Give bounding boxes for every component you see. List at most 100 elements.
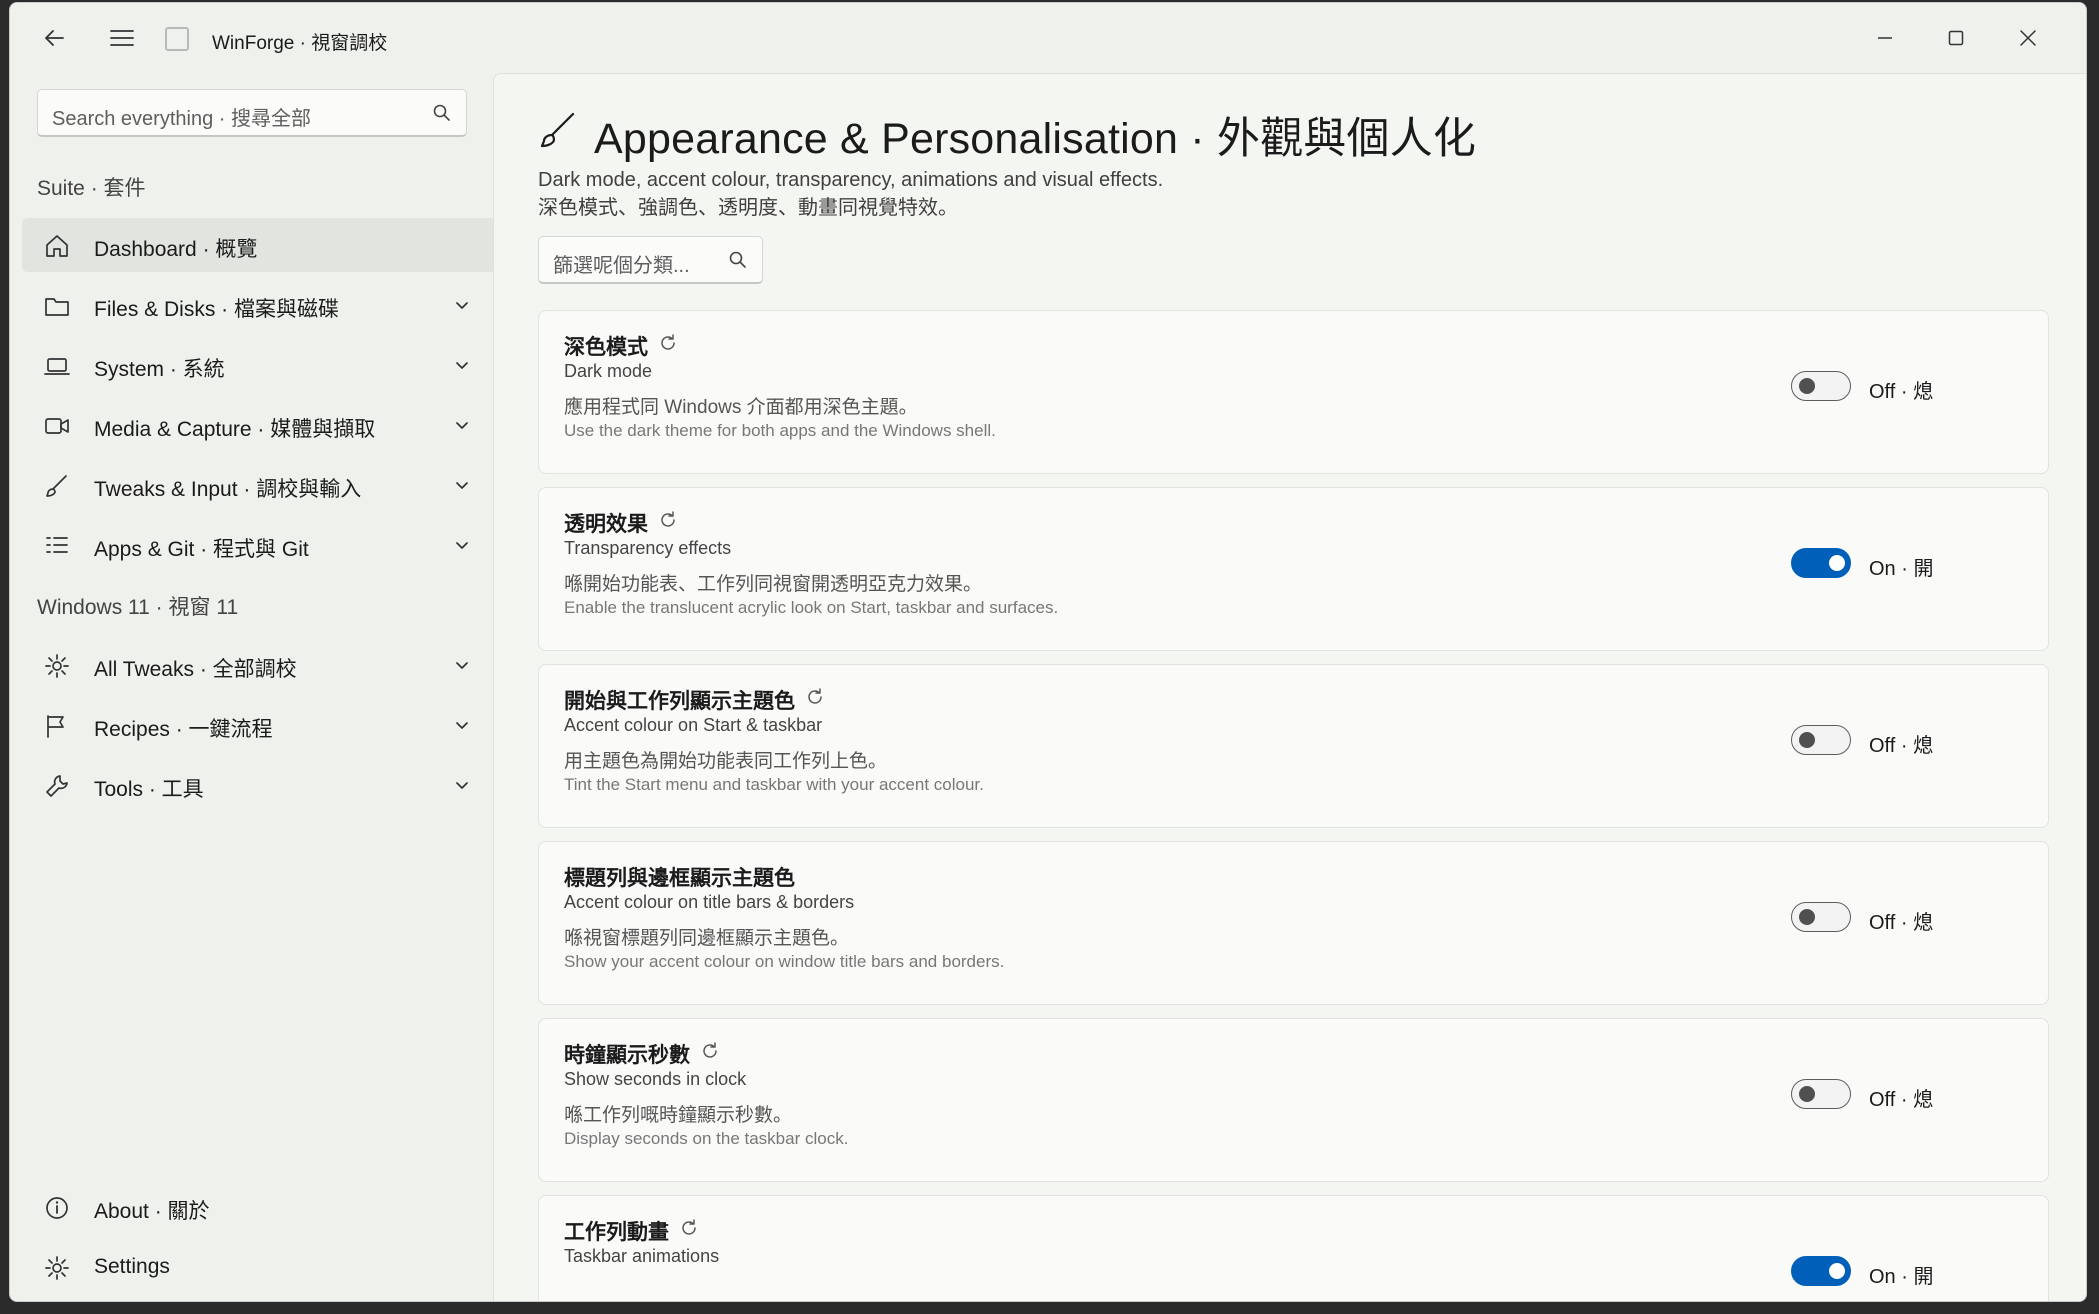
- toggle-knob: [1799, 1086, 1815, 1102]
- sidebar-item-system[interactable]: System · 系統: [22, 338, 496, 392]
- sidebar-item-label: Tools · 工具: [94, 778, 204, 801]
- sidebar-item-label: Settings: [94, 1255, 170, 1278]
- setting-title: 標題列與邊框顯示主題色: [564, 867, 795, 890]
- toggle-state-label: Off · 熄: [1869, 381, 1934, 403]
- taskbar-animations-toggle[interactable]: [1791, 1256, 1851, 1286]
- sidebar-item-recipes[interactable]: Recipes · 一鍵流程: [22, 698, 496, 752]
- back-button[interactable]: [24, 8, 84, 68]
- chevron-down-icon: [456, 422, 468, 429]
- toggle-knob: [1799, 378, 1815, 394]
- brush-icon: [540, 112, 575, 148]
- toggle-knob: [1829, 555, 1845, 571]
- section-suite: Suite · 套件: [37, 177, 146, 200]
- setting-subtitle: Accent colour on title bars & borders: [564, 892, 855, 912]
- setting-description-en: Use the dark theme for both apps and the…: [564, 421, 996, 440]
- setting-subtitle: Dark mode: [564, 361, 653, 381]
- chevron-down-icon: [456, 662, 468, 669]
- sidebar-item-label: System · 系統: [94, 358, 225, 381]
- filter-input[interactable]: 篩選呢個分類...: [538, 236, 763, 284]
- transparency-toggle[interactable]: [1791, 548, 1851, 578]
- setting-card-taskbar-animations: 工作列動畫 Taskbar animations On · 開: [538, 1195, 2049, 1301]
- close-button[interactable]: [1993, 8, 2063, 68]
- toggle-state-label: On · 開: [1869, 1266, 1934, 1288]
- gear-icon: [45, 1256, 69, 1280]
- chevron-down-icon: [456, 302, 468, 309]
- sidebar-search-input[interactable]: Search everything · 搜尋全部: [37, 89, 467, 137]
- sidebar-item-label: Files & Disks · 檔案與磁碟: [94, 298, 340, 321]
- sidebar-item-dashboard[interactable]: Dashboard · 概覽: [22, 218, 496, 272]
- app-window: WinForge · 視窗調校 Search everything · 搜尋全部…: [9, 2, 2087, 1302]
- setting-subtitle: Accent colour on Start & taskbar: [564, 715, 823, 735]
- sidebar-item-tools[interactable]: Tools · 工具: [22, 758, 496, 812]
- sidebar-item-apps-git[interactable]: Apps & Git · 程式與 Git: [22, 518, 496, 572]
- filter-placeholder: 篩選呢個分類...: [553, 255, 690, 277]
- sidebar-item-all-tweaks[interactable]: All Tweaks · 全部調校: [22, 638, 496, 692]
- chevron-down-icon: [456, 482, 468, 489]
- maximize-button[interactable]: [1921, 8, 1991, 68]
- page-description-en: Dark mode, accent colour, transparency, …: [538, 169, 1164, 191]
- reset-icon[interactable]: [805, 687, 825, 713]
- setting-description-zh: 喺開始功能表、工作列同視窗開透明亞克力效果。: [564, 574, 983, 595]
- page-description-zh: 深色模式、強調色、透明度、動畫同視覺特效。: [538, 197, 958, 219]
- info-icon: [46, 1197, 68, 1219]
- reset-icon[interactable]: [700, 1041, 720, 1067]
- page-title: Appearance & Personalisation · 外觀與個人化: [594, 115, 1477, 163]
- setting-card-accent-title-bars: 標題列與邊框顯示主題色 Accent colour on title bars …: [538, 841, 2049, 1005]
- sidebar-item-label: Dashboard · 概覽: [94, 238, 258, 261]
- back-arrow-icon: [45, 30, 64, 46]
- reset-icon[interactable]: [679, 1218, 699, 1244]
- setting-card-dark-mode: 深色模式 Dark mode 應用程式同 Windows 介面都用深色主題。 U…: [538, 310, 2049, 474]
- home-icon: [46, 235, 68, 257]
- maximize-icon: [1948, 30, 1964, 46]
- toggle-state-label: On · 開: [1869, 558, 1934, 580]
- sidebar-item-label: Recipes · 一鍵流程: [94, 718, 273, 741]
- sidebar-item-label: Apps & Git · 程式與 Git: [94, 538, 309, 561]
- toggle-state-label: Off · 熄: [1869, 912, 1934, 934]
- setting-title: 透明效果: [564, 513, 648, 536]
- wrench-icon: [46, 775, 68, 797]
- search-icon: [433, 104, 450, 121]
- reset-icon[interactable]: [658, 510, 678, 536]
- setting-title: 工作列動畫: [564, 1221, 669, 1244]
- sidebar-item-media-capture[interactable]: Media & Capture · 媒體與擷取: [22, 398, 496, 452]
- menu-button[interactable]: [92, 8, 152, 68]
- sidebar-item-tweaks-input[interactable]: Tweaks & Input · 調校與輸入: [22, 458, 496, 512]
- chevron-down-icon: [456, 722, 468, 729]
- gear-icon: [45, 654, 69, 678]
- search-icon: [729, 251, 746, 268]
- setting-subtitle: Transparency effects: [564, 538, 732, 558]
- accent-title-bars-toggle[interactable]: [1791, 902, 1851, 932]
- laptop-icon: [44, 358, 70, 375]
- main-content: Appearance & Personalisation · 外觀與個人化 Da…: [493, 73, 2086, 1301]
- reset-icon[interactable]: [658, 333, 678, 359]
- setting-description-zh: 應用程式同 Windows 介面都用深色主題。: [564, 397, 918, 418]
- clock-seconds-toggle[interactable]: [1791, 1079, 1851, 1109]
- sidebar-item-settings[interactable]: Settings: [22, 1240, 496, 1294]
- toggle-knob: [1799, 909, 1815, 925]
- minimize-icon: [1878, 37, 1892, 39]
- list-icon: [46, 537, 68, 553]
- title-bar: WinForge · 視窗調校: [10, 3, 2086, 73]
- section-windows11: Windows 11 · 視窗 11: [37, 596, 239, 619]
- app-icon: [165, 27, 189, 51]
- hamburger-icon: [110, 30, 134, 46]
- camera-icon: [45, 418, 69, 434]
- setting-title: 時鐘顯示秒數: [564, 1044, 690, 1067]
- accent-start-taskbar-toggle[interactable]: [1791, 725, 1851, 755]
- setting-card-transparency: 透明效果 Transparency effects 喺開始功能表、工作列同視窗開…: [538, 487, 2049, 651]
- sidebar: Search everything · 搜尋全部 Suite · 套件 Dash…: [10, 73, 496, 1301]
- setting-title: 開始與工作列顯示主題色: [564, 690, 795, 713]
- sidebar-item-about[interactable]: About · 關於: [22, 1180, 496, 1234]
- setting-description-en: Display seconds on the taskbar clock.: [564, 1129, 849, 1148]
- dark-mode-toggle[interactable]: [1791, 371, 1851, 401]
- setting-description-zh: 喺工作列嘅時鐘顯示秒數。: [564, 1105, 793, 1126]
- sidebar-item-label: Media & Capture · 媒體與擷取: [94, 418, 376, 441]
- brush-icon: [46, 475, 67, 497]
- sidebar-item-label: Tweaks & Input · 調校與輸入: [94, 478, 362, 501]
- close-icon: [2020, 30, 2036, 46]
- setting-description-en: Show your accent colour on window title …: [564, 952, 1005, 971]
- sidebar-item-files-disks[interactable]: Files & Disks · 檔案與磁碟: [22, 278, 496, 332]
- setting-description-en: Tint the Start menu and taskbar with you…: [564, 775, 984, 794]
- minimize-button[interactable]: [1850, 8, 1920, 68]
- folder-icon: [45, 298, 69, 316]
